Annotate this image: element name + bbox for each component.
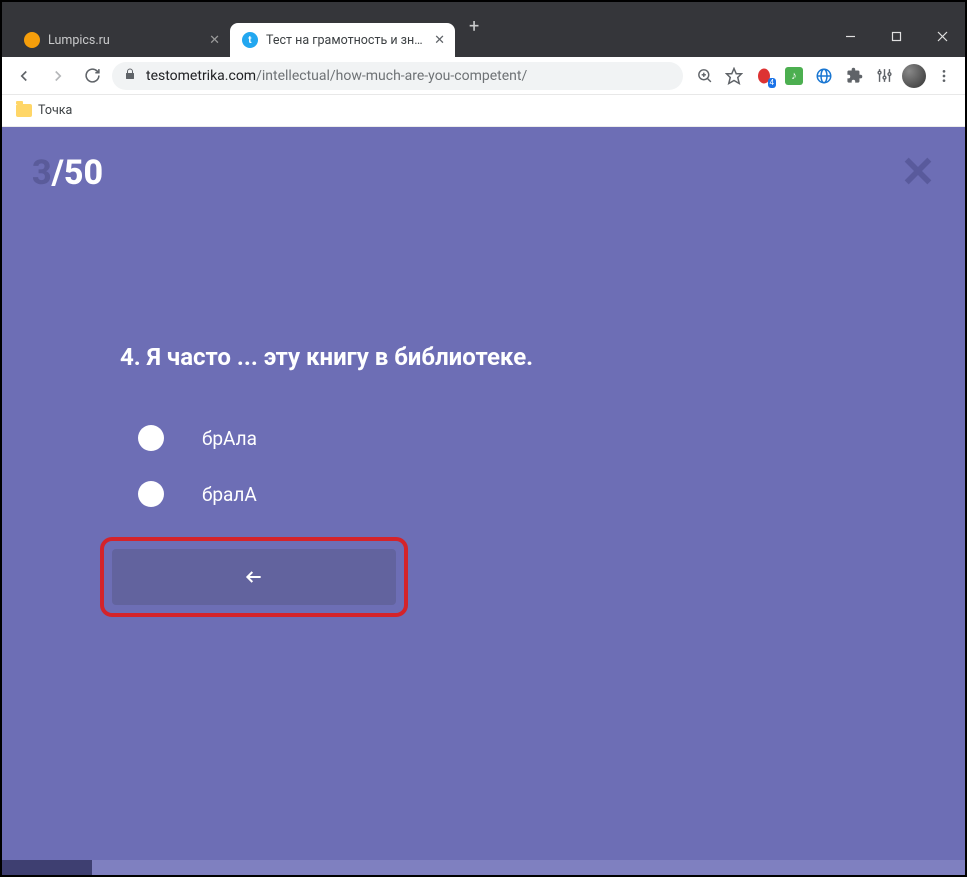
lock-icon bbox=[124, 67, 136, 85]
counter-total: 50 bbox=[64, 153, 103, 193]
zoom-icon[interactable] bbox=[691, 63, 717, 89]
counter-sep: / bbox=[52, 153, 64, 193]
back-button[interactable] bbox=[10, 62, 38, 90]
menu-icon[interactable] bbox=[931, 63, 957, 89]
close-icon[interactable]: ✕ bbox=[434, 34, 445, 47]
star-icon[interactable] bbox=[721, 63, 747, 89]
tabs-area: Lumpics.ru ✕ t Тест на грамотность и зна… bbox=[2, 2, 493, 57]
progress-fill bbox=[2, 860, 92, 875]
progress-track bbox=[92, 860, 965, 875]
close-quiz-button[interactable] bbox=[901, 154, 935, 192]
progress-bar bbox=[2, 860, 965, 875]
window-controls bbox=[827, 17, 965, 57]
close-window-button[interactable] bbox=[919, 21, 965, 51]
nav-buttons bbox=[10, 62, 112, 90]
arrow-left-icon bbox=[241, 567, 267, 587]
titlebar: Lumpics.ru ✕ t Тест на грамотность и зна… bbox=[2, 2, 965, 57]
browser-window: Lumpics.ru ✕ t Тест на грамотность и зна… bbox=[0, 0, 967, 877]
tab-lumpics[interactable]: Lumpics.ru ✕ bbox=[12, 23, 230, 57]
page-content: 3/50 4. Я часто ... эту книгу в библиоте… bbox=[2, 127, 965, 875]
opera-ext-icon[interactable]: 4 bbox=[751, 63, 777, 89]
quiz-body: 4. Я часто ... эту книгу в библиотеке. б… bbox=[2, 193, 965, 617]
address-bar: testometrika.com/intellectual/how-much-a… bbox=[2, 57, 965, 95]
ext-badge: 4 bbox=[768, 78, 777, 88]
radio-icon bbox=[138, 425, 164, 451]
minimize-button[interactable] bbox=[827, 21, 873, 51]
equalizer-icon[interactable] bbox=[871, 63, 897, 89]
extensions-icon[interactable] bbox=[841, 63, 867, 89]
favicon-lumpics bbox=[24, 32, 40, 48]
tab-title: Lumpics.ru bbox=[48, 33, 203, 48]
favicon-testometrika: t bbox=[242, 32, 258, 48]
quiz-header: 3/50 bbox=[2, 127, 965, 193]
globe-ext-icon[interactable] bbox=[811, 63, 837, 89]
option-1[interactable]: брАла bbox=[138, 425, 965, 451]
forward-button[interactable] bbox=[44, 62, 72, 90]
maximize-button[interactable] bbox=[873, 21, 919, 51]
folder-icon bbox=[16, 104, 32, 117]
toolbar-right: 4 ♪ bbox=[683, 63, 957, 89]
music-ext-icon[interactable]: ♪ bbox=[781, 63, 807, 89]
option-2[interactable]: бралА bbox=[138, 481, 965, 507]
bookmark-label: Точка bbox=[38, 103, 72, 118]
option-label: бралА bbox=[202, 483, 257, 506]
url-input[interactable]: testometrika.com/intellectual/how-much-a… bbox=[112, 62, 683, 90]
avatar[interactable] bbox=[901, 63, 927, 89]
reload-button[interactable] bbox=[78, 62, 106, 90]
radio-icon bbox=[138, 481, 164, 507]
new-tab-button[interactable]: + bbox=[455, 16, 493, 43]
question-counter: 3/50 bbox=[32, 153, 103, 193]
tab-title: Тест на грамотность и знание р bbox=[266, 33, 428, 48]
options-list: брАла бралА bbox=[120, 425, 965, 507]
url-path: /intellectual/how-much-are-you-competent… bbox=[256, 68, 527, 84]
bookmarks-bar: Точка bbox=[2, 95, 965, 127]
option-label: брАла bbox=[202, 427, 257, 450]
back-button-highlight bbox=[100, 537, 965, 617]
tab-testometrika[interactable]: t Тест на грамотность и знание р ✕ bbox=[230, 23, 455, 57]
previous-question-button[interactable] bbox=[112, 549, 396, 605]
counter-current: 3 bbox=[32, 153, 52, 193]
question-text: 4. Я часто ... эту книгу в библиотеке. bbox=[120, 343, 965, 371]
bookmark-tochka[interactable]: Точка bbox=[16, 103, 72, 118]
annotation-highlight bbox=[100, 537, 408, 617]
url-domain: testometrika.com bbox=[146, 68, 256, 84]
close-icon[interactable]: ✕ bbox=[209, 34, 220, 47]
